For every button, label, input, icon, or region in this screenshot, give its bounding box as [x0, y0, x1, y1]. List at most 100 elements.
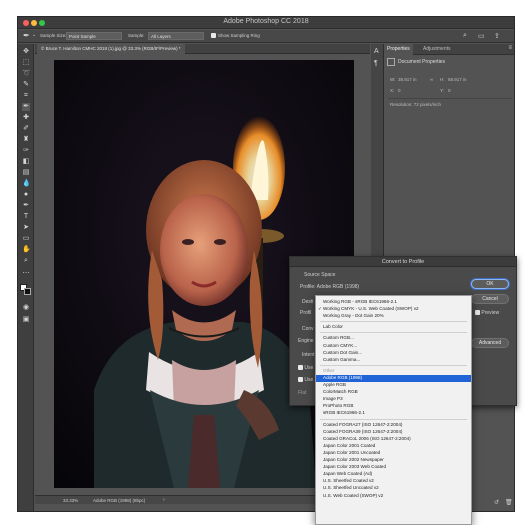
x-value[interactable]: 0: [398, 88, 401, 93]
menu-item[interactable]: Lab Color: [316, 324, 471, 331]
menu-item[interactable]: ProPhoto RGB: [316, 403, 471, 410]
intent-label: Intent: [302, 352, 315, 358]
zoom-level[interactable]: 33.33%: [63, 496, 78, 505]
menu-item-label: U.S. Sheetfed Coated v2: [323, 478, 374, 484]
use-dither-checkbox[interactable]: [298, 377, 303, 383]
preview-option[interactable]: Preview: [475, 310, 499, 316]
use-bpc-checkbox[interactable]: [298, 365, 303, 371]
menu-item[interactable]: Japan Color 2001 Coated: [316, 443, 471, 450]
quick-mask-icon[interactable]: ◉: [22, 304, 30, 312]
sample-size-select[interactable]: Point Sample: [66, 32, 122, 40]
menu-item[interactable]: Japan Color 2002 Newspaper: [316, 457, 471, 464]
healing-brush-icon[interactable]: ✚: [22, 114, 30, 122]
workspace-icon[interactable]: ▭: [478, 32, 485, 40]
zoom-tool-icon[interactable]: ⌕: [22, 257, 30, 265]
menu-item[interactable]: ✓ Working CMYK - U.S. Web Coated (SWOP) v…: [316, 306, 471, 313]
section-title: Document Properties: [398, 59, 445, 65]
ok-button[interactable]: OK: [471, 279, 509, 289]
eyedropper-tool-icon[interactable]: ✒: [22, 103, 30, 111]
tab-properties[interactable]: Properties: [384, 44, 413, 55]
background-color-swatch[interactable]: [24, 288, 31, 295]
menu-item-label: U.S. Web Coated (SWOP) v2: [323, 492, 384, 498]
pen-tool-icon[interactable]: ✒: [22, 202, 30, 210]
dodge-tool-icon[interactable]: ●: [22, 191, 30, 199]
history-brush-icon[interactable]: ✑: [22, 147, 30, 155]
move-tool-icon[interactable]: ✥: [22, 48, 30, 56]
eraser-tool-icon[interactable]: ◧: [22, 158, 30, 166]
menu-item[interactable]: Japan Web Coated (Ad): [316, 471, 471, 478]
menu-item[interactable]: U.S. Sheetfed Uncoated v2: [316, 485, 471, 492]
menu-item[interactable]: Adobe RGB (1998): [316, 374, 471, 382]
blur-tool-icon[interactable]: 💧: [22, 180, 31, 188]
screen-mode-icon[interactable]: ▣: [22, 316, 30, 324]
menu-item[interactable]: U.S. Sheetfed Coated v2: [316, 478, 471, 485]
divider: [388, 98, 512, 99]
menu-item[interactable]: sRGB IEC61966-2.1: [316, 410, 471, 417]
menu-item[interactable]: Japan Color 2001 Uncoated: [316, 450, 471, 457]
document-tab[interactable]: © Bruce T. Hamilton CMHC 2018 (1).jpg @ …: [37, 44, 185, 54]
link-icon[interactable]: ∞: [430, 77, 433, 82]
eyedropper-tool-icon[interactable]: ✒: [23, 31, 30, 40]
menu-item-label: Lab Color: [323, 324, 343, 330]
quick-select-tool-icon[interactable]: ✎: [22, 81, 30, 89]
share-icon[interactable]: ⇪: [494, 32, 500, 40]
y-value[interactable]: 0: [448, 88, 451, 93]
panel-menu-icon[interactable]: ≡: [508, 45, 512, 51]
gradient-tool-icon[interactable]: ▤: [22, 169, 30, 177]
trash-icon[interactable]: 🗑: [505, 499, 513, 506]
menu-item[interactable]: Working RGB - sRGB IEC61966-2.1: [316, 299, 471, 306]
sample-value: All Layers: [151, 34, 171, 39]
menu-item[interactable]: Custom Gamma...: [316, 357, 471, 364]
menu-item-label: Japan Color 2001 Uncoated: [323, 449, 381, 455]
lasso-tool-icon[interactable]: ➰: [22, 70, 31, 78]
menu-item[interactable]: ColorMatch RGB: [316, 389, 471, 396]
character-panel-icon[interactable]: A: [374, 48, 379, 55]
use-dither-option[interactable]: Use: [298, 377, 313, 383]
menu-item-label: Apple RGB: [323, 382, 346, 387]
sample-select[interactable]: All Layers: [148, 32, 204, 40]
tab-adjustments[interactable]: Adjustments: [420, 44, 454, 55]
menu-item[interactable]: Image P3: [316, 396, 471, 403]
menu-item[interactable]: Custom Dot Gain...: [316, 350, 471, 357]
menu-item-label: Image P3: [323, 396, 343, 402]
menu-item[interactable]: Coated FOGRA39 (ISO 12647-2:2004): [316, 429, 471, 436]
preview-label: Preview: [481, 310, 500, 316]
more-tools-icon[interactable]: ⋯: [22, 270, 30, 278]
crop-tool-icon[interactable]: ⌗: [22, 92, 30, 100]
cancel-button[interactable]: Cancel: [471, 294, 509, 304]
menu-item[interactable]: Working Gray - Dot Gain 20%: [316, 313, 471, 320]
menu-item[interactable]: Custom CMYK...: [316, 343, 471, 350]
brush-tool-icon[interactable]: ✐: [22, 125, 30, 133]
preview-checkbox[interactable]: [475, 310, 480, 316]
use-bpc-option[interactable]: Use: [298, 365, 313, 371]
paragraph-panel-icon[interactable]: ¶: [374, 60, 378, 67]
show-ring-checkbox[interactable]: [211, 33, 216, 38]
menu-item[interactable]: U.S. Web Coated (SWOP) v2: [316, 493, 471, 500]
h-label: H:: [440, 77, 445, 82]
shape-tool-icon[interactable]: ▭: [22, 235, 30, 243]
chevron-down-icon[interactable]: ⌄: [32, 32, 36, 38]
reset-icon[interactable]: ↺: [494, 499, 499, 506]
h-value[interactable]: 58.917 in: [448, 77, 467, 82]
menu-item-label: Working RGB - sRGB IEC61966-2.1: [323, 299, 397, 304]
menu-item[interactable]: Apple RGB: [316, 382, 471, 389]
search-icon[interactable]: ⌕: [463, 32, 467, 40]
w-value[interactable]: 38.917 in: [398, 77, 417, 82]
marquee-tool-icon[interactable]: ⬚: [22, 59, 30, 67]
menu-item[interactable]: Custom RGB...: [316, 335, 471, 342]
profile-label: Profil: [300, 310, 312, 316]
type-tool-icon[interactable]: T: [22, 213, 30, 221]
chevron-right-icon[interactable]: ›: [163, 496, 165, 505]
menu-item-label: Custom CMYK...: [323, 342, 358, 348]
flatten-label[interactable]: Flat: [298, 390, 306, 396]
hand-tool-icon[interactable]: ✋: [22, 246, 31, 254]
clone-stamp-icon[interactable]: ♜: [22, 136, 30, 144]
menu-item[interactable]: Coated FOGRA27 (ISO 12647-2:2004): [316, 422, 471, 429]
advanced-button[interactable]: Advanced: [471, 338, 509, 348]
path-select-icon[interactable]: ➤: [22, 224, 30, 232]
menu-item[interactable]: Japan Color 2003 Web Coated: [316, 464, 471, 471]
window-title: Adobe Photoshop CC 2018: [223, 18, 309, 25]
menu-item-label: Working CMYK - U.S. Web Coated (SWOP) v2: [323, 306, 419, 312]
menu-item[interactable]: Coated GRACoL 2006 (ISO 12647-2:2004): [316, 436, 471, 443]
profile-dropdown-menu[interactable]: Working RGB - sRGB IEC61966-2.1 ✓ Working …: [315, 295, 472, 525]
